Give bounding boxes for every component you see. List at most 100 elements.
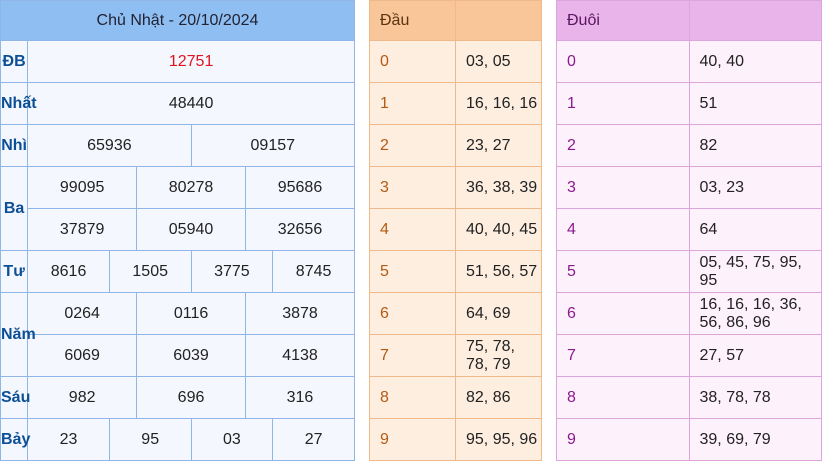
head-values: 03, 05	[455, 40, 542, 83]
prize-sau-value: 696	[136, 376, 246, 419]
tail-values: 39, 69, 79	[688, 418, 822, 461]
prize-bay-value: 23	[27, 418, 110, 461]
head-digit: 4	[369, 208, 456, 251]
prize-bay-value: 27	[272, 418, 355, 461]
tail-digit: 9	[556, 418, 690, 461]
prize-label-sau: Sáu	[0, 376, 30, 419]
prize-tu-value: 3775	[190, 250, 274, 293]
head-row: 6 64, 69	[369, 292, 542, 335]
prize-ba-value: 80278	[136, 166, 246, 209]
prize-nam-value: 3878	[244, 292, 356, 335]
prize-ba-row: Ba 99095 80278 95686	[0, 166, 356, 251]
tail-values: 51	[688, 82, 822, 125]
prize-label-ba: Ba	[0, 166, 29, 251]
prize-label-tu: Tư	[0, 250, 29, 293]
prize-label-nam: Năm	[0, 292, 36, 377]
tail-table-header: Đuôi	[556, 0, 690, 41]
prize-nam-value: 0264	[27, 292, 138, 335]
prize-db-value: 12751	[27, 40, 355, 83]
tail-row: 2 82	[556, 124, 822, 167]
tail-row: 3 03, 23	[556, 166, 822, 209]
prize-label-nhi: Nhì	[0, 124, 29, 167]
tail-values: 27, 57	[688, 334, 822, 377]
head-digit: 2	[369, 124, 456, 167]
tail-row: 9 39, 69, 79	[556, 418, 822, 461]
head-row: 2 23, 27	[369, 124, 542, 167]
tail-digit: 4	[556, 208, 690, 251]
tail-row: 8 38, 78, 78	[556, 376, 822, 419]
tail-digit: 0	[556, 40, 690, 83]
head-values: 40, 40, 45	[455, 208, 542, 251]
tail-digit: 7	[556, 334, 690, 377]
prize-ba-row: 37879 05940 32656	[1, 208, 356, 251]
prize-ba-value: 05940	[136, 208, 246, 251]
tail-values: 40, 40	[688, 40, 822, 83]
head-values: 36, 38, 39	[455, 166, 542, 209]
head-values: 23, 27	[455, 124, 542, 167]
head-digit: 9	[369, 418, 456, 461]
lottery-results-table: Chủ Nhật - 20/10/2024 ĐB 12751 Nhất 4844…	[0, 0, 356, 461]
prize-sau-value: 316	[244, 376, 356, 419]
prize-db-row: ĐB 12751	[0, 40, 355, 83]
head-digit-table: Đầu 0 03, 05 1 16, 16, 16 2 23, 27 3 36, 38,…	[369, 0, 542, 461]
tail-values: 05, 45, 75, 95, 95	[688, 250, 822, 293]
tail-values: 16, 16, 16, 36, 56, 86, 96	[688, 292, 822, 335]
tail-row: 6 16, 16, 16, 36, 56, 86, 96	[556, 292, 822, 335]
head-digit: 5	[369, 250, 456, 293]
head-row: 0 03, 05	[369, 40, 542, 83]
tail-row: 7 27, 57	[556, 334, 822, 377]
prize-nam-value: 6069	[27, 334, 138, 377]
prize-nam-row: Năm 0264 0116 3878	[0, 292, 356, 377]
prize-nam-value: 4138	[244, 334, 356, 377]
results-header-row: Chủ Nhật - 20/10/2024	[0, 0, 355, 41]
tail-digit: 1	[556, 82, 690, 125]
prize-nhi-row: Nhì 65936 09157	[0, 124, 356, 167]
tail-table-header-row: Đuôi	[556, 0, 822, 41]
tail-row: 0 40, 40	[556, 40, 822, 83]
head-row: 7 75, 78, 78, 79	[369, 334, 542, 377]
tail-digit: 6	[556, 292, 690, 335]
prize-tu-row: Tư 8616 1505 3775 8745	[0, 250, 355, 293]
prize-label-bay: Bảy	[0, 418, 30, 461]
prize-label-nhat: Nhất	[0, 82, 37, 125]
head-row: 1 16, 16, 16	[369, 82, 542, 125]
prize-bay-row: Bảy 23 95 03 27	[0, 418, 355, 461]
head-row: 3 36, 38, 39	[369, 166, 542, 209]
prize-nhat-row: Nhất 48440	[0, 82, 355, 125]
prize-tu-value: 8745	[272, 250, 355, 293]
results-date-header[interactable]: Chủ Nhật - 20/10/2024	[0, 0, 355, 41]
head-row: 4 40, 40, 45	[369, 208, 542, 251]
tail-values: 82	[688, 124, 822, 167]
prize-ba-value: 95686	[244, 166, 356, 209]
tail-values: 64	[688, 208, 822, 251]
prize-bay-value: 95	[108, 418, 192, 461]
head-values: 16, 16, 16	[455, 82, 542, 125]
prize-ba-value: 99095	[27, 166, 138, 209]
head-table-header-row: Đầu	[369, 0, 542, 41]
head-digit: 8	[369, 376, 456, 419]
prize-sau-value: 982	[27, 376, 138, 419]
head-table-header: Đầu	[369, 0, 456, 41]
prize-ba-value: 32656	[244, 208, 356, 251]
head-values: 95, 95, 96	[455, 418, 542, 461]
head-values: 82, 86	[455, 376, 542, 419]
head-digit: 6	[369, 292, 456, 335]
tail-digit: 3	[556, 166, 690, 209]
tail-digit: 8	[556, 376, 690, 419]
prize-nhat-value: 48440	[27, 82, 355, 125]
head-digit: 3	[369, 166, 456, 209]
head-values: 64, 69	[455, 292, 542, 335]
prize-nhi-value: 09157	[190, 124, 356, 167]
head-values: 75, 78, 78, 79	[455, 334, 542, 377]
tail-values: 38, 78, 78	[688, 376, 822, 419]
head-row: 8 82, 86	[369, 376, 542, 419]
head-digit: 1	[369, 82, 456, 125]
head-table-header-blank	[455, 0, 542, 41]
prize-ba-value: 37879	[27, 208, 138, 251]
prize-nam-row: 6069 6039 4138	[1, 334, 356, 377]
tail-digit: 2	[556, 124, 690, 167]
prize-tu-value: 1505	[108, 250, 192, 293]
prize-tu-value: 8616	[27, 250, 110, 293]
prize-bay-value: 03	[190, 418, 274, 461]
head-digit: 7	[369, 334, 456, 377]
